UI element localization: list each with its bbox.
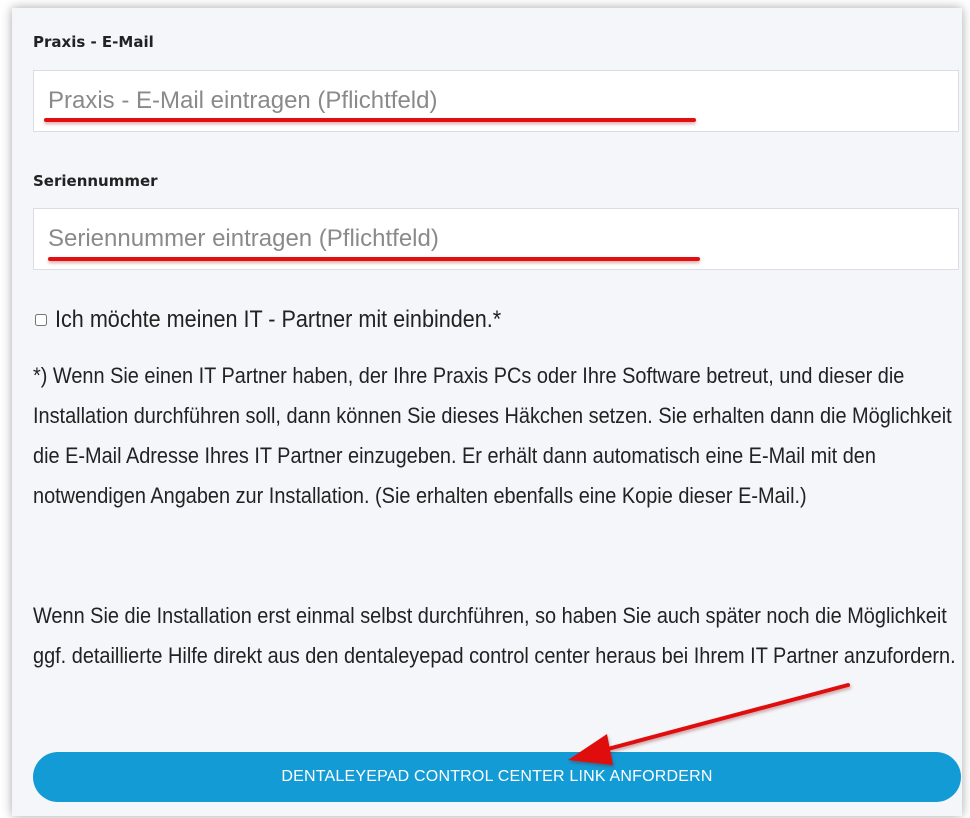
serial-number-label: Seriennummer — [33, 172, 158, 190]
email-annotation-underline — [44, 118, 696, 122]
email-label: Praxis - E-Mail — [33, 33, 154, 51]
it-partner-checkbox-label: Ich möchte meinen IT - Partner mit einbi… — [55, 306, 502, 333]
it-partner-checkbox[interactable] — [35, 314, 47, 326]
self-install-info-text: Wenn Sie die Installation erst einmal se… — [33, 603, 956, 668]
serial-annotation-underline — [48, 257, 700, 261]
it-partner-info-text: *) Wenn Sie einen IT Partner haben, der … — [33, 363, 952, 508]
email-input[interactable] — [33, 70, 959, 132]
request-link-button[interactable]: DENTALEYEPAD CONTROL CENTER LINK ANFORDE… — [33, 752, 961, 802]
it-partner-option[interactable]: Ich möchte meinen IT - Partner mit einbi… — [33, 306, 551, 334]
